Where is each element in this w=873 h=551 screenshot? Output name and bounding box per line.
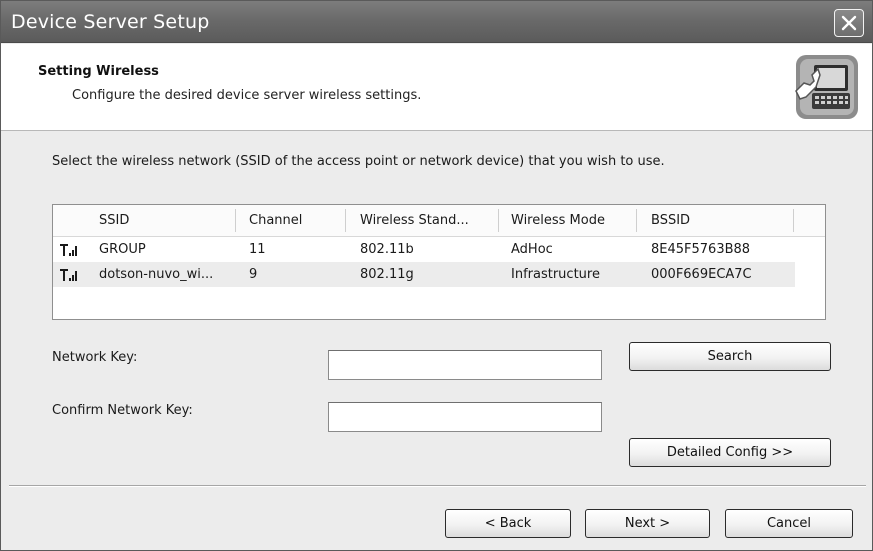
- cell-wireless-standard: 802.11b: [360, 242, 414, 257]
- network-row-group[interactable]: GROUP 11 802.11b AdHoc 8E45F5763B88: [53, 237, 795, 262]
- column-bssid[interactable]: BSSID: [643, 205, 793, 236]
- setup-dialog: Device Server Setup Setting Wireless Con…: [0, 0, 873, 551]
- column-wireless-standard[interactable]: Wireless Stand...: [352, 205, 494, 236]
- close-icon: [841, 15, 857, 31]
- cell-wireless-standard: 802.11g: [360, 267, 414, 282]
- close-button[interactable]: [834, 9, 864, 37]
- column-separator[interactable]: [636, 209, 637, 232]
- network-settings-icon: [795, 55, 858, 119]
- column-separator[interactable]: [235, 209, 236, 232]
- cell-bssid: 000F669ECA7C: [651, 267, 752, 282]
- back-button[interactable]: < Back: [445, 509, 571, 538]
- footer-divider: [9, 485, 866, 487]
- cell-wireless-mode: Infrastructure: [511, 267, 600, 282]
- window-title: Device Server Setup: [11, 11, 210, 33]
- header-title: Setting Wireless: [38, 64, 159, 79]
- confirm-network-key-field[interactable]: [328, 402, 602, 432]
- list-header: SSID Channel Wireless Stand... Wireless …: [53, 205, 825, 237]
- cell-ssid: GROUP: [99, 242, 146, 257]
- cell-channel: 9: [249, 267, 258, 282]
- signal-strength-icon: [60, 269, 77, 281]
- wizard-header: Setting Wireless Configure the desired d…: [1, 44, 872, 131]
- column-separator[interactable]: [345, 209, 346, 232]
- network-key-label: Network Key:: [52, 350, 138, 365]
- instruction-text: Select the wireless network (SSID of the…: [52, 154, 665, 169]
- title-bar[interactable]: Device Server Setup: [1, 1, 872, 43]
- column-separator[interactable]: [793, 209, 794, 232]
- cell-wireless-mode: AdHoc: [511, 242, 553, 257]
- detailed-config-button[interactable]: Detailed Config >>: [629, 438, 831, 467]
- next-button[interactable]: Next >: [585, 509, 710, 538]
- cell-channel: 11: [249, 242, 266, 257]
- network-row-dotson-nuvo[interactable]: dotson-nuvo_wi... 9 802.11g Infrastructu…: [53, 262, 795, 287]
- signal-strength-icon: [60, 244, 77, 256]
- network-key-field[interactable]: [328, 350, 602, 380]
- cell-ssid: dotson-nuvo_wi...: [99, 267, 214, 282]
- cancel-button[interactable]: Cancel: [725, 509, 853, 538]
- column-channel[interactable]: Channel: [241, 205, 341, 236]
- column-separator[interactable]: [498, 209, 499, 232]
- cell-bssid: 8E45F5763B88: [651, 242, 751, 257]
- column-ssid[interactable]: SSID: [91, 205, 231, 236]
- header-subtitle: Configure the desired device server wire…: [72, 88, 422, 103]
- search-button[interactable]: Search: [629, 342, 831, 371]
- column-wireless-mode[interactable]: Wireless Mode: [503, 205, 633, 236]
- confirm-network-key-label: Confirm Network Key:: [52, 403, 193, 418]
- wireless-network-list[interactable]: SSID Channel Wireless Stand... Wireless …: [52, 204, 826, 320]
